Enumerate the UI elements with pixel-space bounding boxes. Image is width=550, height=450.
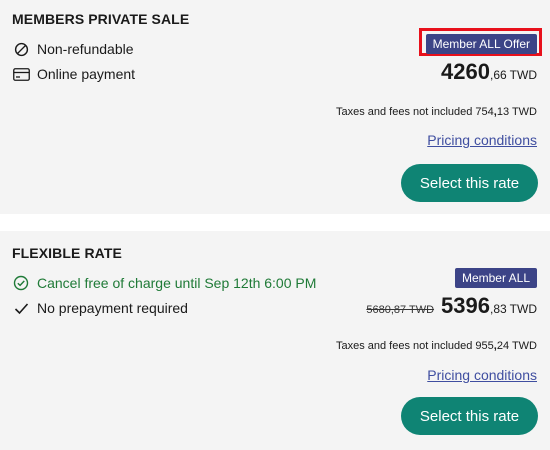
feature-label: Online payment [37, 66, 136, 82]
member-badge: Member ALL [454, 268, 537, 288]
feature-label: Cancel free of charge until Sep 12th 6:0… [37, 275, 317, 291]
select-rate-button[interactable]: Select this rate [401, 164, 538, 202]
feature-online-payment: Online payment [12, 65, 135, 83]
price-currency: TWD [509, 302, 537, 316]
feature-non-refundable: Non-refundable [12, 40, 134, 58]
old-price: 5680,87 TWD [366, 304, 435, 316]
taxes-currency: TWD [511, 106, 537, 118]
taxes-note: Taxes and fees not included 754,13 TWD [336, 106, 537, 118]
no-refund-icon [12, 40, 30, 58]
price-currency: TWD [509, 68, 537, 82]
pricing-conditions-link[interactable]: Pricing conditions [427, 367, 537, 383]
rate-title: FLEXIBLE RATE [12, 245, 122, 261]
member-offer-badge: Member ALL Offer [425, 34, 537, 54]
select-rate-button[interactable]: Select this rate [401, 397, 538, 435]
taxes-note: Taxes and fees not included 955,24 TWD [336, 340, 537, 352]
feature-no-prepayment: No prepayment required [12, 299, 188, 317]
price: 4260 ,66 TWD [441, 59, 537, 85]
rate-title: MEMBERS PRIVATE SALE [12, 11, 190, 27]
price-cents: ,83 [489, 302, 507, 316]
taxes-label: Taxes and fees not included [335, 340, 473, 352]
taxes-int: 955 [475, 340, 494, 352]
taxes-label: Taxes and fees not included [335, 106, 473, 118]
price-main: 4260 [441, 59, 490, 84]
taxes-dec: 24 [496, 340, 510, 352]
price-cents: ,66 [489, 68, 507, 82]
taxes-int: 754 [475, 106, 494, 118]
feature-free-cancellation: Cancel free of charge until Sep 12th 6:0… [12, 274, 316, 292]
feature-label: Non-refundable [37, 41, 134, 57]
rate-card-flexible-rate: FLEXIBLE RATE Cancel free of charge unti… [0, 231, 550, 450]
pricing-conditions-link[interactable]: Pricing conditions [427, 132, 537, 148]
rate-card-members-private-sale: MEMBERS PRIVATE SALE Non-refundable Onli… [0, 0, 550, 214]
price-main: 5396 [441, 293, 490, 318]
feature-label: No prepayment required [37, 300, 188, 316]
taxes-currency: TWD [511, 340, 537, 352]
check-circle-icon [12, 274, 30, 292]
credit-card-icon [12, 65, 30, 83]
price: 5680,87 TWD 5396 ,83 TWD [366, 293, 537, 319]
taxes-dec: 13 [496, 106, 510, 118]
check-icon [12, 299, 30, 317]
